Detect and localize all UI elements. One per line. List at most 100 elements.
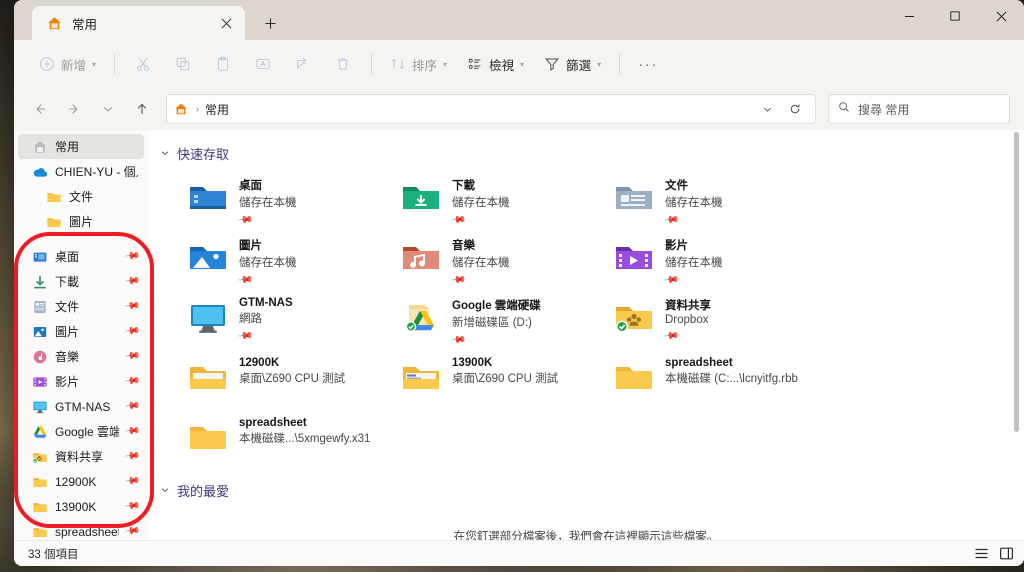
quick-access-header[interactable]: 快速存取 [148,130,1024,171]
favorites-header[interactable]: 我的最愛 [148,471,1024,508]
quick-access-item-gtm-nas[interactable]: GTM-NAS 網路 📌 [174,291,387,351]
sidebar-item-dropbox-share[interactable]: 資料共享 📌 [18,444,144,469]
new-tab-button[interactable] [257,11,283,35]
quick-access-item-documents[interactable]: 文件 儲存在本機 📌 [600,171,813,231]
quick-access-item-spreadsheet-2[interactable]: spreadsheet 本機磁碟...\5xmgewfy.x31 [174,411,387,471]
breadcrumb[interactable]: › 常用 [166,94,816,124]
pin-icon: 📌 [236,212,254,229]
pin-icon[interactable]: 📌 [123,423,140,439]
sidebar-item-label: 音樂 [55,350,80,364]
pane-view-icon[interactable] [999,546,1014,561]
delete-button[interactable] [324,48,362,80]
breadcrumb-current[interactable]: 常用 [205,101,229,118]
pin-icon[interactable]: 📌 [123,523,140,539]
tab-home[interactable]: 常用 [32,6,245,40]
sidebar-item-12900k[interactable]: 12900K 📌 [18,469,144,494]
item-sub: 儲存在本機 [452,197,510,209]
chevron-down-icon[interactable] [160,148,170,160]
scrollbar-thumb[interactable] [1014,132,1019,432]
pin-icon[interactable]: 📌 [123,398,140,414]
close-button[interactable] [978,0,1024,32]
chevron-down-icon[interactable] [753,96,781,122]
sidebar-item-gtm-nas[interactable]: GTM-NAS 📌 [18,394,144,419]
rename-button[interactable] [244,48,282,80]
quick-access-item-pictures[interactable]: 圖片 儲存在本機 📌 [174,231,387,291]
sidebar-divider [14,234,148,244]
quick-access-item-text: spreadsheet 本機磁碟...\5xmgewfy.x31 [239,415,370,446]
pin-icon[interactable]: 📌 [123,273,140,289]
sidebar-item-label: CHIEN-YU - 個人 [55,165,138,179]
sidebar-item-pictures[interactable]: 圖片 📌 [18,319,144,344]
pin-icon[interactable]: 📌 [123,373,140,389]
sidebar-item-music[interactable]: 音樂 📌 [18,344,144,369]
content-scrollbar[interactable] [1011,132,1022,538]
details-view-icon[interactable] [974,546,989,561]
pin-icon[interactable]: 📌 [123,498,140,514]
sort-button[interactable]: 排序 ▾ [381,48,456,80]
back-button[interactable] [24,93,56,125]
sort-button-label: 排序 [412,58,438,73]
sidebar-item-google-drive[interactable]: Google 雲端硬碟 📌 [18,419,144,444]
sidebar-item-label: Google 雲端硬碟 [55,425,119,439]
sidebar-item-spreadsheet-1[interactable]: spreadsheet 📌 [18,519,144,540]
forward-button[interactable] [58,93,90,125]
sidebar-item-downloads[interactable]: 下載 📌 [18,269,144,294]
quick-access-item-desktop[interactable]: 桌面 儲存在本機 📌 [174,171,387,231]
sidebar-item-label: 影片 [55,375,80,389]
quick-access-item-spreadsheet-1[interactable]: spreadsheet 本機磁碟 (C:...\lcnyitfg.rbb [600,351,813,411]
sidebar-item-13900k[interactable]: 13900K 📌 [18,494,144,519]
sidebar-item-desktop[interactable]: 桌面 📌 [18,244,144,269]
copy-button[interactable] [164,48,202,80]
sidebar-item-onedrive[interactable]: CHIEN-YU - 個人 [18,159,144,184]
title-bar: 常用 [14,0,1024,40]
minimize-button[interactable] [886,0,932,32]
pin-icon[interactable]: 📌 [123,448,140,464]
quick-access-item-videos[interactable]: 影片 儲存在本機 📌 [600,231,813,291]
filter-button[interactable]: 篩選 ▾ [535,48,610,80]
quick-access-item-text: 資料共享 Dropbox 📌 [663,295,711,345]
cut-button[interactable] [124,48,162,80]
quick-access-item-downloads[interactable]: 下載 儲存在本機 📌 [387,171,600,231]
content-pane: 快速存取 桌面 儲存在本機 📌 下載 儲存在本機 📌 文件 儲存在本機 📌 圖片… [148,130,1024,540]
network-pc-icon [188,297,228,337]
quick-access-item-text: 13900K 桌面\Z690 CPU 測試 [452,355,558,386]
quick-access-item-text: 下載 儲存在本機 📌 [450,175,510,229]
quick-access-item-text: spreadsheet 本機磁碟 (C:...\lcnyitfg.rbb [665,355,798,386]
favorites-empty-message: 在您釘選部分檔案後，我們會在這裡顯示這些檔案。 [453,531,719,540]
search-input[interactable]: 搜尋 常用 [828,94,1010,124]
view-button[interactable]: 檢視 ▾ [458,48,533,80]
item-name: 音樂 [452,240,475,252]
quick-access-item-dropbox-share[interactable]: 資料共享 Dropbox 📌 [600,291,813,351]
quick-access-item-google-drive[interactable]: Google 雲端硬碟 新增磁碟區 (D:) 📌 [387,291,600,351]
share-button[interactable] [284,48,322,80]
chevron-down-icon[interactable] [160,485,170,497]
quick-access-item-12900k[interactable]: 12900K 桌面\Z690 CPU 測試 [174,351,387,411]
maximize-button[interactable] [932,0,978,32]
pin-icon[interactable]: 📌 [123,298,140,314]
toolbar-divider-2 [371,54,373,74]
pin-icon[interactable]: 📌 [123,323,140,339]
sidebar-item-label: spreadsheet [55,524,119,539]
sidebar-item-home[interactable]: 常用 [18,134,144,159]
pin-icon[interactable]: 📌 [123,473,140,489]
sidebar-item-onedrive-documents[interactable]: 文件 [18,184,144,209]
quick-access-item-13900k[interactable]: 13900K 桌面\Z690 CPU 測試 [387,351,600,411]
tab-close-icon[interactable] [213,11,239,35]
music-folder-icon [401,237,441,277]
pin-icon[interactable]: 📌 [123,348,140,364]
sidebar-item-onedrive-pictures[interactable]: 圖片 [18,209,144,234]
up-button[interactable] [126,93,158,125]
new-button[interactable]: 新增 ▾ [30,48,105,80]
recent-locations-button[interactable] [92,93,124,125]
quick-access-item-music[interactable]: 音樂 儲存在本機 📌 [387,231,600,291]
item-name: 文件 [665,180,688,192]
refresh-icon[interactable] [781,96,809,122]
pin-icon: 📌 [449,272,467,289]
paste-button[interactable] [204,48,242,80]
sidebar-item-documents[interactable]: 文件 📌 [18,294,144,319]
more-options-button[interactable]: ··· [629,48,667,80]
navigation-pane[interactable]: 常用 CHIEN-YU - 個人 文件 圖片 [14,130,148,540]
sidebar-item-videos[interactable]: 影片 📌 [18,369,144,394]
pin-icon: 📌 [236,328,254,345]
pin-icon[interactable]: 📌 [123,248,140,264]
